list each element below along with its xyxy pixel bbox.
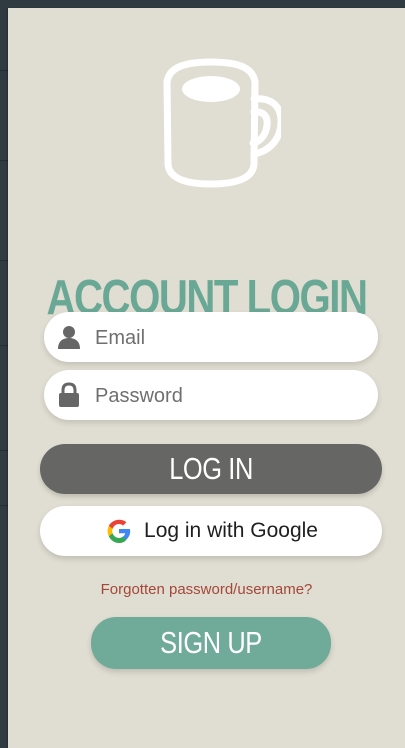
login-button[interactable]: LOG IN xyxy=(40,444,382,494)
signup-button[interactable]: SIGN UP xyxy=(91,617,331,669)
google-login-content: Log in with Google xyxy=(104,516,318,546)
edge-marker xyxy=(0,160,8,161)
edge-marker xyxy=(0,70,8,71)
password-field[interactable] xyxy=(44,370,378,422)
edge-marker xyxy=(0,450,8,451)
google-login-label: Log in with Google xyxy=(144,519,318,542)
login-panel: ACCOUNT LOGIN LOG IN xyxy=(8,8,405,748)
password-input[interactable] xyxy=(93,370,367,422)
google-icon xyxy=(107,519,131,543)
edge-marker xyxy=(0,260,8,261)
coffee-mug-icon xyxy=(163,58,281,188)
edge-marker xyxy=(0,345,8,346)
forgotten-password-link[interactable]: Forgotten password/username? xyxy=(8,581,405,598)
left-edge-markers xyxy=(0,0,8,748)
signup-button-label: SIGN UP xyxy=(160,625,262,660)
google-login-button[interactable]: Log in with Google xyxy=(40,506,382,556)
user-icon xyxy=(58,326,80,349)
edge-marker xyxy=(0,505,8,506)
email-field[interactable] xyxy=(44,312,378,364)
login-screen: ACCOUNT LOGIN LOG IN xyxy=(0,0,405,748)
email-input[interactable] xyxy=(93,312,367,364)
lock-icon xyxy=(59,382,79,407)
login-button-label: LOG IN xyxy=(169,451,253,486)
